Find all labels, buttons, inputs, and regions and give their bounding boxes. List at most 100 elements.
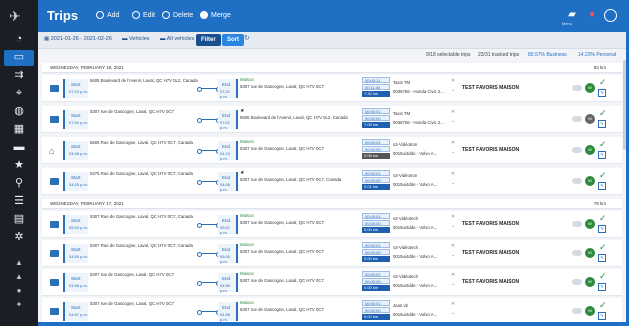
list-icon[interactable]: ☰: [8, 194, 30, 208]
status-badge[interactable]: W: [585, 114, 595, 124]
check-icon[interactable]: ✓: [599, 77, 607, 88]
clear-vehicle-icon[interactable]: ✕: [451, 78, 455, 84]
check-icon[interactable]: ✓: [599, 242, 607, 253]
expand-device-icon[interactable]: ⌄: [451, 118, 455, 124]
edit-trip-icon[interactable]: ✎: [598, 283, 606, 291]
info-icon[interactable]: ●: [13, 286, 25, 296]
expand-device-icon[interactable]: ⌄: [451, 223, 455, 229]
check-icon[interactable]: ✓: [599, 139, 607, 150]
topbar: Trips Add Edit Delete Merge ▰ Menu ♦: [38, 0, 629, 32]
help-icon[interactable]: ✦: [13, 300, 25, 310]
scrollbar[interactable]: [623, 60, 626, 150]
clear-vehicle-icon[interactable]: ✕: [451, 301, 455, 307]
business-toggle[interactable]: [572, 221, 582, 227]
edit-trip-icon[interactable]: ✎: [598, 182, 606, 190]
transfer-icon[interactable]: ⇉: [8, 68, 30, 82]
business-toggle[interactable]: [572, 116, 582, 122]
expand-device-icon[interactable]: ⌄: [451, 252, 455, 258]
business-toggle[interactable]: [572, 279, 582, 285]
delete-button[interactable]: Delete: [162, 11, 193, 19]
pin-icon[interactable]: ⌖: [8, 86, 30, 100]
trips-icon[interactable]: ▭: [4, 50, 34, 66]
dashboard-icon[interactable]: ◔: [8, 32, 30, 46]
clear-vehicle-icon[interactable]: ✕: [451, 243, 455, 249]
add-button[interactable]: Add: [96, 11, 119, 19]
expand-device-icon[interactable]: ⌄: [451, 87, 455, 93]
duration-value: 00:00:01: [362, 108, 390, 114]
clear-vehicle-icon[interactable]: ✕: [451, 171, 455, 177]
filter-button[interactable]: Filter: [196, 34, 221, 46]
vehicle-info: s3-Vidéotron 0015ui4dde - Volvo A... ✕ ⌄: [393, 140, 455, 158]
trip-row[interactable]: Start 07:00 p.m. 5307 rue de Gascogne, Lav…: [42, 106, 622, 133]
trip-row[interactable]: Start 07:10 p.m. 5605 Boulevard de l'Aveni…: [42, 75, 622, 102]
trip-metrics: 00:00:11 00:11:00 7.32 km: [362, 77, 390, 100]
business-toggle[interactable]: [572, 308, 582, 314]
user-icon[interactable]: ▲: [13, 258, 25, 268]
business-toggle[interactable]: [572, 178, 582, 184]
check-icon[interactable]: ✓: [599, 213, 607, 224]
trip-row[interactable]: Start 04:58 p.m. 5307 rue de Gascogne, Lav…: [42, 269, 622, 296]
clear-vehicle-icon[interactable]: ✕: [451, 214, 455, 220]
edit-trip-icon[interactable]: ✎: [598, 254, 606, 262]
end-label: End: [222, 247, 231, 252]
start-label: Start: [71, 247, 81, 252]
edit-button[interactable]: Edit: [132, 11, 155, 19]
business-toggle[interactable]: [572, 85, 582, 91]
check-icon[interactable]: ✓: [599, 170, 607, 181]
clear-vehicle-icon[interactable]: ✕: [451, 140, 455, 146]
trip-end: End 07:21 p.m.: [218, 79, 238, 99]
star-icon[interactable]: ★: [8, 158, 30, 172]
clear-vehicle-icon[interactable]: ✕: [451, 109, 455, 115]
check-icon[interactable]: ✓: [599, 271, 607, 282]
check-icon[interactable]: ✓: [599, 108, 607, 119]
edit-trip-icon[interactable]: ✎: [598, 225, 606, 233]
edit-trip-icon[interactable]: ✎: [598, 312, 606, 320]
trip-row[interactable]: Start 05:00 p.m. 5307 Rue de Gascogne, Lav…: [42, 211, 622, 238]
all-vehicles-filter[interactable]: ▬ All vehicles: [160, 36, 194, 42]
notification-icon[interactable]: ♦: [586, 9, 598, 21]
end-label: End: [222, 144, 231, 149]
avatar[interactable]: [604, 9, 617, 22]
expand-device-icon[interactable]: ⌄: [451, 281, 455, 287]
calendar-icon[interactable]: ▦: [8, 122, 30, 136]
settings-icon[interactable]: ✲: [8, 230, 30, 244]
status-badge[interactable]: W: [585, 219, 595, 229]
clear-vehicle-icon[interactable]: ✕: [451, 272, 455, 278]
vehicle-info: s3-Vidéotech 0015ui4dde - Volvo A... ✕ ⌄: [393, 243, 455, 261]
car-icon[interactable]: ▬: [8, 140, 30, 154]
day-header: WEDNESDAY, FEBRUARY 17, 2021 78 km: [42, 199, 622, 209]
status-badge[interactable]: W: [585, 306, 595, 316]
trip-row[interactable]: Start 04:59 p.m. 5307 Rue de Gascogne, Lav…: [42, 240, 622, 267]
expand-device-icon[interactable]: ⌄: [451, 310, 455, 316]
print-icon[interactable]: ▤: [8, 212, 30, 226]
edit-trip-icon[interactable]: ✎: [598, 120, 606, 128]
edit-trip-icon[interactable]: ✎: [598, 151, 606, 159]
merge-button[interactable]: Merge: [200, 11, 231, 19]
search-icon[interactable]: ⚲: [8, 176, 30, 190]
edit-trip-icon[interactable]: ✎: [598, 89, 606, 97]
trip-row[interactable]: Start 04:57 p.m. 5307 rue de Gascogne, Lav…: [42, 298, 622, 322]
expand-device-icon[interactable]: ⌄: [451, 180, 455, 186]
favorite-star-icon[interactable]: ★: [240, 170, 358, 176]
chat-icon[interactable]: ▰: [566, 9, 578, 21]
vehicles-filter[interactable]: ▬ Vehicles: [122, 36, 150, 42]
date-range-filter[interactable]: ▦ 2021-01-26 - 2021-02-26: [44, 36, 112, 42]
status-badge[interactable]: W: [585, 176, 595, 186]
business-toggle[interactable]: [572, 147, 582, 153]
business-toggle[interactable]: [572, 250, 582, 256]
from-address: 5605 Rue de Gascogne, Laval, QC H7V 0C7,…: [90, 140, 193, 145]
favorite-star-icon[interactable]: ★: [240, 108, 358, 114]
check-icon[interactable]: ✓: [599, 300, 607, 311]
trip-row[interactable]: Start 04:05 p.m. 5375 Rue de Gascogne, Lav…: [42, 168, 622, 195]
status-badge[interactable]: W: [585, 248, 595, 258]
globe-icon[interactable]: ◍: [8, 104, 30, 118]
trip-row[interactable]: ⌂ Start 04:08 p.m. 5605 Rue de Gascogne, La…: [42, 137, 622, 164]
refresh-icon[interactable]: ↻: [244, 34, 250, 42]
device-name: 0015ui4dde - Volvo A...: [393, 283, 438, 288]
lock-icon[interactable]: ▲: [13, 272, 25, 282]
sort-button[interactable]: Sort: [222, 34, 244, 46]
status-badge[interactable]: W: [585, 145, 595, 155]
expand-device-icon[interactable]: ⌄: [451, 149, 455, 155]
status-badge[interactable]: W: [585, 83, 595, 93]
status-badge[interactable]: W: [585, 277, 595, 287]
